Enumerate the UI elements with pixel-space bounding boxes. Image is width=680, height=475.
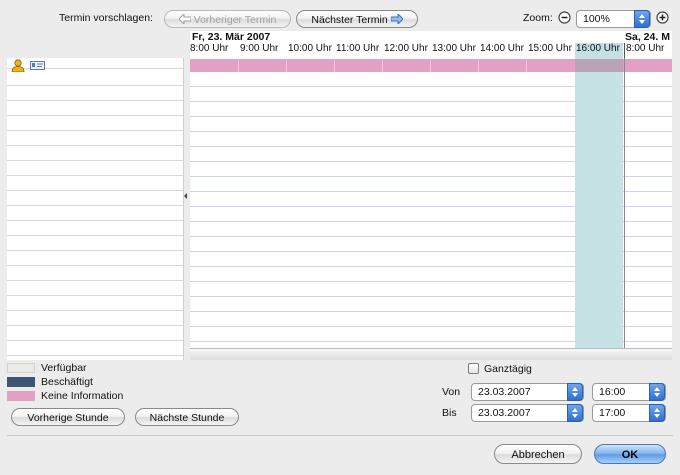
suggest-label: Termin vorschlagen: xyxy=(59,12,153,24)
schedule-header: Fr, 23. Mär 2007 Sa, 24. M 8:00 Uhr 9:00… xyxy=(190,31,672,59)
zoom-label: Zoom: xyxy=(523,12,553,24)
selection-overlap xyxy=(575,59,623,72)
next-appointment-label: Nächster Termin xyxy=(311,14,388,26)
hour-label: 13:00 Uhr xyxy=(432,43,476,54)
legend-swatch-no-info xyxy=(7,391,35,401)
from-date-value: 23.03.2007 xyxy=(478,386,531,398)
hour-divider xyxy=(478,58,479,72)
all-day-label: Ganztägig xyxy=(484,363,532,375)
legend-free-label: Verfügbar xyxy=(41,362,87,374)
from-label: Von xyxy=(442,386,461,398)
hour-label: 15:00 Uhr xyxy=(528,43,572,54)
to-time-field[interactable]: 17:00 xyxy=(592,404,666,422)
hour-label: 10:00 Uhr xyxy=(288,43,332,54)
address-card-icon[interactable] xyxy=(30,61,45,70)
from-time-stepper-icon[interactable] xyxy=(649,383,665,401)
next-hour-button[interactable]: Nächste Stunde xyxy=(135,408,239,426)
from-time-value: 16:00 xyxy=(599,386,626,398)
to-label: Bis xyxy=(442,407,457,419)
hour-label: 11:00 Uhr xyxy=(336,43,380,54)
cancel-button[interactable]: Abbrechen xyxy=(494,444,582,464)
hour-label: 12:00 Uhr xyxy=(384,43,428,54)
legend-no-info-label: Keine Information xyxy=(41,390,124,402)
zoom-value: 100% xyxy=(583,13,610,25)
hour-label: 9:00 Uhr xyxy=(240,43,279,54)
all-day-checkbox[interactable] xyxy=(468,363,479,374)
divider xyxy=(7,435,673,436)
day-divider xyxy=(624,43,625,59)
person-icon xyxy=(11,59,25,72)
legend-swatch-busy xyxy=(7,377,35,387)
previous-appointment-button[interactable]: Vorheriger Termin xyxy=(164,10,291,28)
next-appointment-button[interactable]: Nächster Termin xyxy=(296,10,418,28)
zoom-select[interactable]: 100% xyxy=(576,10,651,28)
hour-divider xyxy=(286,58,287,72)
arrow-left-icon xyxy=(178,14,191,24)
to-time-stepper-icon[interactable] xyxy=(649,404,665,422)
day-label-1: Fr, 23. Mär 2007 xyxy=(192,31,271,43)
hour-label: 16:00 Uhr xyxy=(576,43,620,54)
hour-divider xyxy=(334,58,335,72)
from-date-stepper-icon[interactable] xyxy=(567,383,583,401)
hour-label: 14:00 Uhr xyxy=(480,43,524,54)
zoom-out-icon[interactable] xyxy=(558,11,571,24)
zoom-in-icon[interactable] xyxy=(656,11,669,24)
to-date-stepper-icon[interactable] xyxy=(567,404,583,422)
attendee-list[interactable] xyxy=(7,58,184,360)
ok-button[interactable]: OK xyxy=(594,444,666,464)
hour-divider xyxy=(430,58,431,72)
legend-busy-label: Beschäftigt xyxy=(41,376,93,388)
hour-divider xyxy=(382,58,383,72)
from-date-field[interactable]: 23.03.2007 xyxy=(471,383,584,401)
previous-hour-button[interactable]: Vorherige Stunde xyxy=(11,408,125,426)
splitter-handle-icon[interactable] xyxy=(184,193,187,199)
schedule-grid[interactable] xyxy=(190,58,672,348)
hour-divider xyxy=(238,58,239,72)
day-label-2: Sa, 24. M xyxy=(625,31,670,43)
zoom-stepper-icon[interactable] xyxy=(634,10,650,28)
hour-label: 8:00 Uhr xyxy=(190,43,229,54)
to-time-value: 17:00 xyxy=(599,407,626,419)
hour-divider xyxy=(526,58,527,72)
legend-swatch-free xyxy=(7,363,35,373)
hour-label: 8:00 Uhr xyxy=(626,43,665,54)
horizontal-scrollbar[interactable] xyxy=(190,348,672,360)
from-time-field[interactable]: 16:00 xyxy=(592,383,666,401)
to-date-value: 23.03.2007 xyxy=(478,407,531,419)
selected-timeslot[interactable] xyxy=(575,58,623,348)
arrow-right-icon xyxy=(390,14,403,24)
to-date-field[interactable]: 23.03.2007 xyxy=(471,404,584,422)
previous-appointment-label: Vorheriger Termin xyxy=(193,14,277,26)
day-divider xyxy=(624,58,625,348)
